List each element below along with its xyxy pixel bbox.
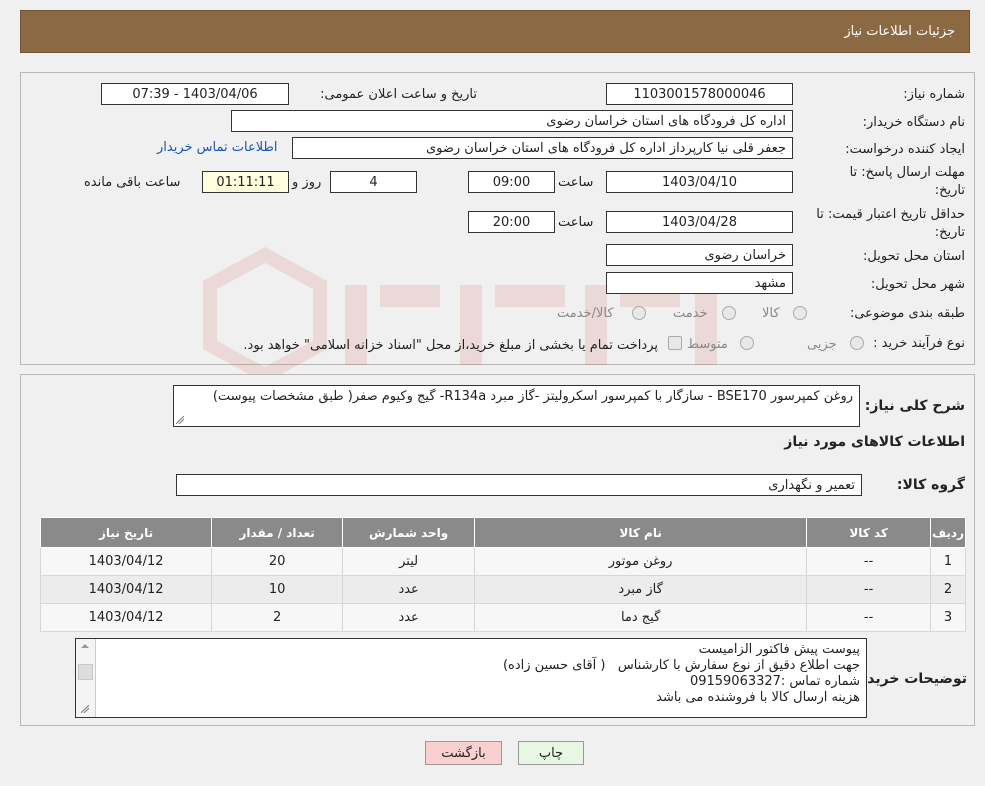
announce-field[interactable]: 1403/04/06 - 07:39 — [101, 83, 289, 105]
table-header-row: ردیف کد کالا نام کالا واحد شمارش تعداد /… — [39, 517, 966, 548]
cell-item-code: -- — [806, 603, 932, 632]
cell-item-name: گیج دما — [474, 603, 808, 632]
category-option-service: خدمت — [673, 306, 708, 321]
summary-text: روغن کمپرسور BSE170 - سازگار با کمپرسور … — [212, 389, 853, 404]
col-header-item-code: کد کالا — [806, 517, 932, 548]
col-header-quantity: تعداد / مقدار — [211, 517, 344, 548]
cell-unit: عدد — [342, 575, 476, 604]
cell-row-number: 1 — [930, 547, 966, 576]
buyer-notes-text: پیوست پیش فاکتور الزامیست جهت اطلاع دقیق … — [100, 642, 860, 706]
validity-date-field[interactable]: 1403/04/28 — [606, 211, 793, 233]
buyer-org-field[interactable]: اداره کل فرودگاه های استان خراسان رضوی — [231, 110, 793, 132]
col-header-unit: واحد شمارش — [342, 517, 476, 548]
category-radio-goods[interactable] — [793, 306, 807, 320]
process-option-medium: متوسط — [687, 337, 728, 352]
table-row: 1 -- روغن موتور لیتر 20 1403/04/12 — [39, 547, 966, 576]
need-number-label: شماره نیاز: — [903, 87, 965, 102]
resize-handle-icon[interactable] — [176, 416, 184, 424]
col-header-row-number: ردیف — [930, 517, 966, 548]
deadline-label-date: تاریخ: — [934, 183, 965, 198]
buyer-note-line: شماره تماس :09159063327 — [689, 674, 860, 689]
city-label: شهر محل تحویل: — [870, 277, 965, 292]
creator-label: ایجاد کننده درخواست: — [845, 142, 965, 157]
summary-label: شرح کلی نیاز: — [864, 398, 965, 414]
process-option-minor: جزیی — [807, 337, 837, 352]
scroll-up-icon[interactable] — [75, 639, 95, 653]
category-option-goods: کالا — [762, 306, 780, 321]
resize-handle-icon[interactable] — [81, 705, 89, 713]
need-number-field[interactable]: 1103001578000046 — [606, 83, 793, 105]
cell-unit: لیتر — [342, 547, 476, 576]
days-label: روز و — [292, 175, 322, 190]
cell-quantity: 20 — [211, 547, 344, 576]
days-field[interactable]: 4 — [330, 171, 417, 193]
col-header-need-date: تاریخ نیاز — [39, 517, 213, 548]
category-label: طبقه بندی موضوعی: — [849, 306, 965, 321]
cell-need-date: 1403/04/12 — [39, 575, 213, 604]
items-table: ردیف کد کالا نام کالا واحد شمارش تعداد /… — [39, 517, 966, 632]
announce-label: تاریخ و ساعت اعلان عمومی: — [320, 87, 477, 102]
buyer-notes-scrollbar[interactable] — [76, 639, 96, 717]
cell-item-code: -- — [806, 547, 932, 576]
category-option-goods-service: کالا/خدمت — [557, 306, 614, 321]
remaining-time-field: 01:11:11 — [202, 171, 289, 193]
cell-unit: عدد — [342, 603, 476, 632]
buyer-note-line: پیوست پیش فاکتور الزامیست — [698, 642, 860, 657]
goods-section-title: اطلاعات کالاهای مورد نیاز — [784, 434, 965, 450]
province-field[interactable]: خراسان رضوی — [606, 244, 793, 266]
scroll-thumb[interactable] — [78, 664, 93, 680]
cell-need-date: 1403/04/12 — [39, 603, 213, 632]
page-header: جزئیات اطلاعات نیاز — [20, 10, 970, 53]
city-field[interactable]: مشهد — [606, 272, 793, 294]
cell-row-number: 3 — [930, 603, 966, 632]
process-checkbox-treasury[interactable] — [668, 336, 682, 350]
cell-need-date: 1403/04/12 — [39, 547, 213, 576]
buyer-note-line: جهت اطلاع دقیق از نوع سفارش با کارشناس (… — [502, 658, 860, 673]
summary-field[interactable]: روغن کمپرسور BSE170 - سازگار با کمپرسور … — [173, 385, 860, 427]
validity-label: حداقل تاریخ اعتبار قیمت: تا — [816, 207, 965, 222]
deadline-time-field[interactable]: 09:00 — [468, 171, 555, 193]
cell-row-number: 2 — [930, 575, 966, 604]
process-label: نوع فرآیند خرید : — [873, 336, 965, 351]
goods-group-label: گروه کالا: — [896, 477, 965, 493]
process-radio-medium[interactable] — [740, 336, 754, 350]
cell-item-code: -- — [806, 575, 932, 604]
cell-item-name: روغن موتور — [474, 547, 808, 576]
goods-group-field[interactable]: تعمیر و نگهداری — [176, 474, 862, 496]
deadline-time-label: ساعت — [558, 175, 594, 190]
table-row: 3 -- گیج دما عدد 2 1403/04/12 — [39, 603, 966, 632]
validity-label-date: تاریخ: — [934, 225, 965, 240]
buyer-note-line: هزینه ارسال کالا با فروشنده می باشد — [656, 690, 860, 705]
deadline-label: مهلت ارسال پاسخ: تا — [849, 165, 965, 180]
buyer-contact-link[interactable]: اطلاعات تماس خریدار — [157, 140, 277, 155]
province-label: استان محل تحویل: — [863, 249, 965, 264]
col-header-item-name: نام کالا — [474, 517, 808, 548]
category-radio-service[interactable] — [722, 306, 736, 320]
process-radio-minor[interactable] — [850, 336, 864, 350]
back-button[interactable]: بازگشت — [425, 741, 502, 765]
cell-quantity: 10 — [211, 575, 344, 604]
page-title: جزئیات اطلاعات نیاز — [844, 24, 955, 39]
deadline-date-field[interactable]: 1403/04/10 — [606, 171, 793, 193]
process-note: پرداخت تمام یا بخشی از مبلغ خرید،از محل … — [243, 338, 658, 353]
buyer-notes-field[interactable]: پیوست پیش فاکتور الزامیست جهت اطلاع دقیق … — [75, 638, 867, 718]
category-radio-goods-service[interactable] — [632, 306, 646, 320]
creator-field[interactable]: جعفر قلی نیا کارپرداز اداره کل فرودگاه ه… — [292, 137, 793, 159]
validity-time-field[interactable]: 20:00 — [468, 211, 555, 233]
remaining-label: ساعت باقی مانده — [84, 175, 181, 190]
buyer-org-label: نام دستگاه خریدار: — [862, 115, 965, 130]
print-button[interactable]: چاپ — [518, 741, 584, 765]
validity-time-label: ساعت — [558, 215, 594, 230]
table-row: 2 -- گاز مبرد عدد 10 1403/04/12 — [39, 575, 966, 604]
cell-quantity: 2 — [211, 603, 344, 632]
cell-item-name: گاز مبرد — [474, 575, 808, 604]
